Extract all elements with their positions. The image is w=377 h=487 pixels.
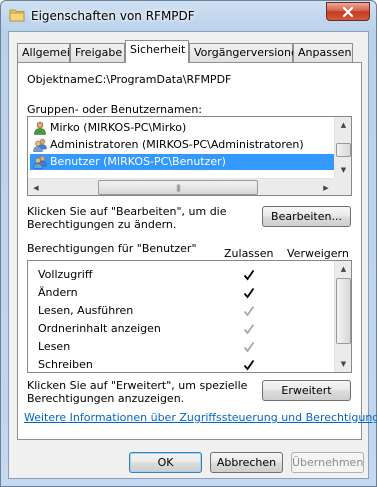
tab-label: Sicherheit <box>130 43 186 56</box>
permission-name: Ändern <box>38 286 78 299</box>
scroll-up-icon[interactable]: ▲ <box>336 117 351 133</box>
groups-horizontal-scrollbar[interactable]: ◀ ||| ▶ <box>28 178 334 195</box>
tab-anpassen[interactable]: Anpassen <box>293 43 353 62</box>
advanced-hint-line1: Klicken Sie auf "Erweitert", um speziell… <box>27 379 248 392</box>
checkmark-icon <box>243 287 255 299</box>
inherited-checkmark-icon <box>243 341 255 353</box>
permission-row: Lesen <box>38 338 70 356</box>
group-icon <box>33 138 47 152</box>
permissions-list: Vollzugriff Ändern Lesen, Ausführen Ordneri… <box>27 260 352 373</box>
scroll-thumb[interactable] <box>336 278 351 344</box>
dialog-body: Allgemein Freigabe Sicherheit Vorgängerv… <box>8 31 377 479</box>
object-name-label: Objektname: <box>27 73 99 86</box>
scroll-right-icon[interactable]: ▶ <box>318 180 334 195</box>
permission-row: Vollzugriff <box>38 266 92 284</box>
permission-row: Ordnerinhalt anzeigen <box>38 320 161 338</box>
tab-allgemein[interactable]: Allgemein <box>17 43 77 62</box>
permission-name: Ordnerinhalt anzeigen <box>38 322 161 335</box>
scroll-up-icon[interactable]: ▲ <box>336 261 351 277</box>
tab-freigabe[interactable]: Freigabe <box>70 43 125 62</box>
folder-icon <box>9 9 25 22</box>
edit-hint-line2: Berechtigungen zu ändern. <box>27 218 177 231</box>
title-bar[interactable]: Eigenschaften von RFMPDF <box>1 1 376 31</box>
checkmark-icon <box>243 359 255 371</box>
list-item[interactable]: Mirko (MIRKOS-PC\Mirko) <box>30 120 334 136</box>
permission-row: Lesen, Ausführen <box>38 302 133 320</box>
groups-vertical-scrollbar[interactable]: ▲ ▼ <box>334 117 351 178</box>
info-link[interactable]: Weitere Informationen über Zugriffssteue… <box>24 411 377 424</box>
edit-hint-line1: Klicken Sie auf "Bearbeiten", um die <box>27 205 227 218</box>
permissions-scrollbar[interactable]: ▲ ▼ <box>334 261 351 372</box>
groups-listbox[interactable]: Mirko (MIRKOS-PC\Mirko) Administratoren … <box>27 116 352 196</box>
scroll-left-icon[interactable]: ◀ <box>28 180 44 195</box>
tab-label: Allgemein <box>22 46 77 59</box>
list-item-label: Mirko (MIRKOS-PC\Mirko) <box>50 121 187 134</box>
advanced-hint-line2: Berechtigungen anzuzeigen. <box>27 392 185 405</box>
edit-button[interactable]: Bearbeiten... <box>262 206 351 227</box>
user-icon <box>34 121 46 135</box>
tab-strip: Allgemein Freigabe Sicherheit Vorgängerv… <box>17 40 362 63</box>
checkmark-icon <box>243 269 255 281</box>
tab-label: Anpassen <box>298 46 352 59</box>
security-panel: Objektname: C:\ProgramData\RFMPDF Gruppe… <box>17 62 377 440</box>
list-item-label: Benutzer (MIRKOS-PC\Benutzer) <box>50 155 226 168</box>
list-item-label: Administratoren (MIRKOS-PC\Administrator… <box>50 138 304 151</box>
advanced-button[interactable]: Erweitert <box>262 380 351 401</box>
scroll-down-icon[interactable]: ▼ <box>336 162 351 178</box>
properties-window: Eigenschaften von RFMPDF Allgemein Freig… <box>0 0 377 487</box>
close-icon <box>342 6 354 17</box>
permission-name: Lesen <box>38 340 71 353</box>
object-name-value: C:\ProgramData\RFMPDF <box>95 73 232 86</box>
apply-button[interactable]: Übernehmen <box>291 452 364 473</box>
groups-label: Gruppen- oder Benutzernamen: <box>27 103 203 116</box>
inherited-checkmark-icon <box>243 323 255 335</box>
ok-button[interactable]: OK <box>129 452 202 473</box>
scroll-thumb[interactable] <box>336 143 351 157</box>
permissions-label: Berechtigungen für "Benutzer" <box>27 242 197 255</box>
permission-name: Schreiben <box>38 358 93 371</box>
tab-vorgaengerversionen[interactable]: Vorgängerversionen <box>189 43 305 62</box>
list-item[interactable]: Administratoren (MIRKOS-PC\Administrator… <box>30 137 334 153</box>
scroll-corner <box>334 178 351 195</box>
window-title: Eigenschaften von RFMPDF <box>31 9 195 23</box>
scroll-down-icon[interactable]: ▼ <box>336 356 351 372</box>
inherited-checkmark-icon <box>243 305 255 317</box>
permission-name: Vollzugriff <box>38 268 93 281</box>
tab-label: Freigabe <box>75 46 123 59</box>
permission-name: Lesen, Ausführen <box>38 304 134 317</box>
scroll-thumb[interactable]: ||| <box>98 180 258 195</box>
deny-column-header: Verweigern <box>287 247 349 260</box>
permission-row: Ändern <box>38 284 78 302</box>
allow-column-header: Zulassen <box>224 247 274 260</box>
group-icon <box>33 155 47 169</box>
permission-row: Schreiben <box>38 356 93 372</box>
tab-label: Vorgängerversionen <box>194 46 305 59</box>
close-button[interactable] <box>326 2 370 21</box>
cancel-button[interactable]: Abbrechen <box>210 452 283 473</box>
list-item[interactable]: Benutzer (MIRKOS-PC\Benutzer) <box>30 154 334 170</box>
tab-sicherheit[interactable]: Sicherheit <box>125 40 189 63</box>
